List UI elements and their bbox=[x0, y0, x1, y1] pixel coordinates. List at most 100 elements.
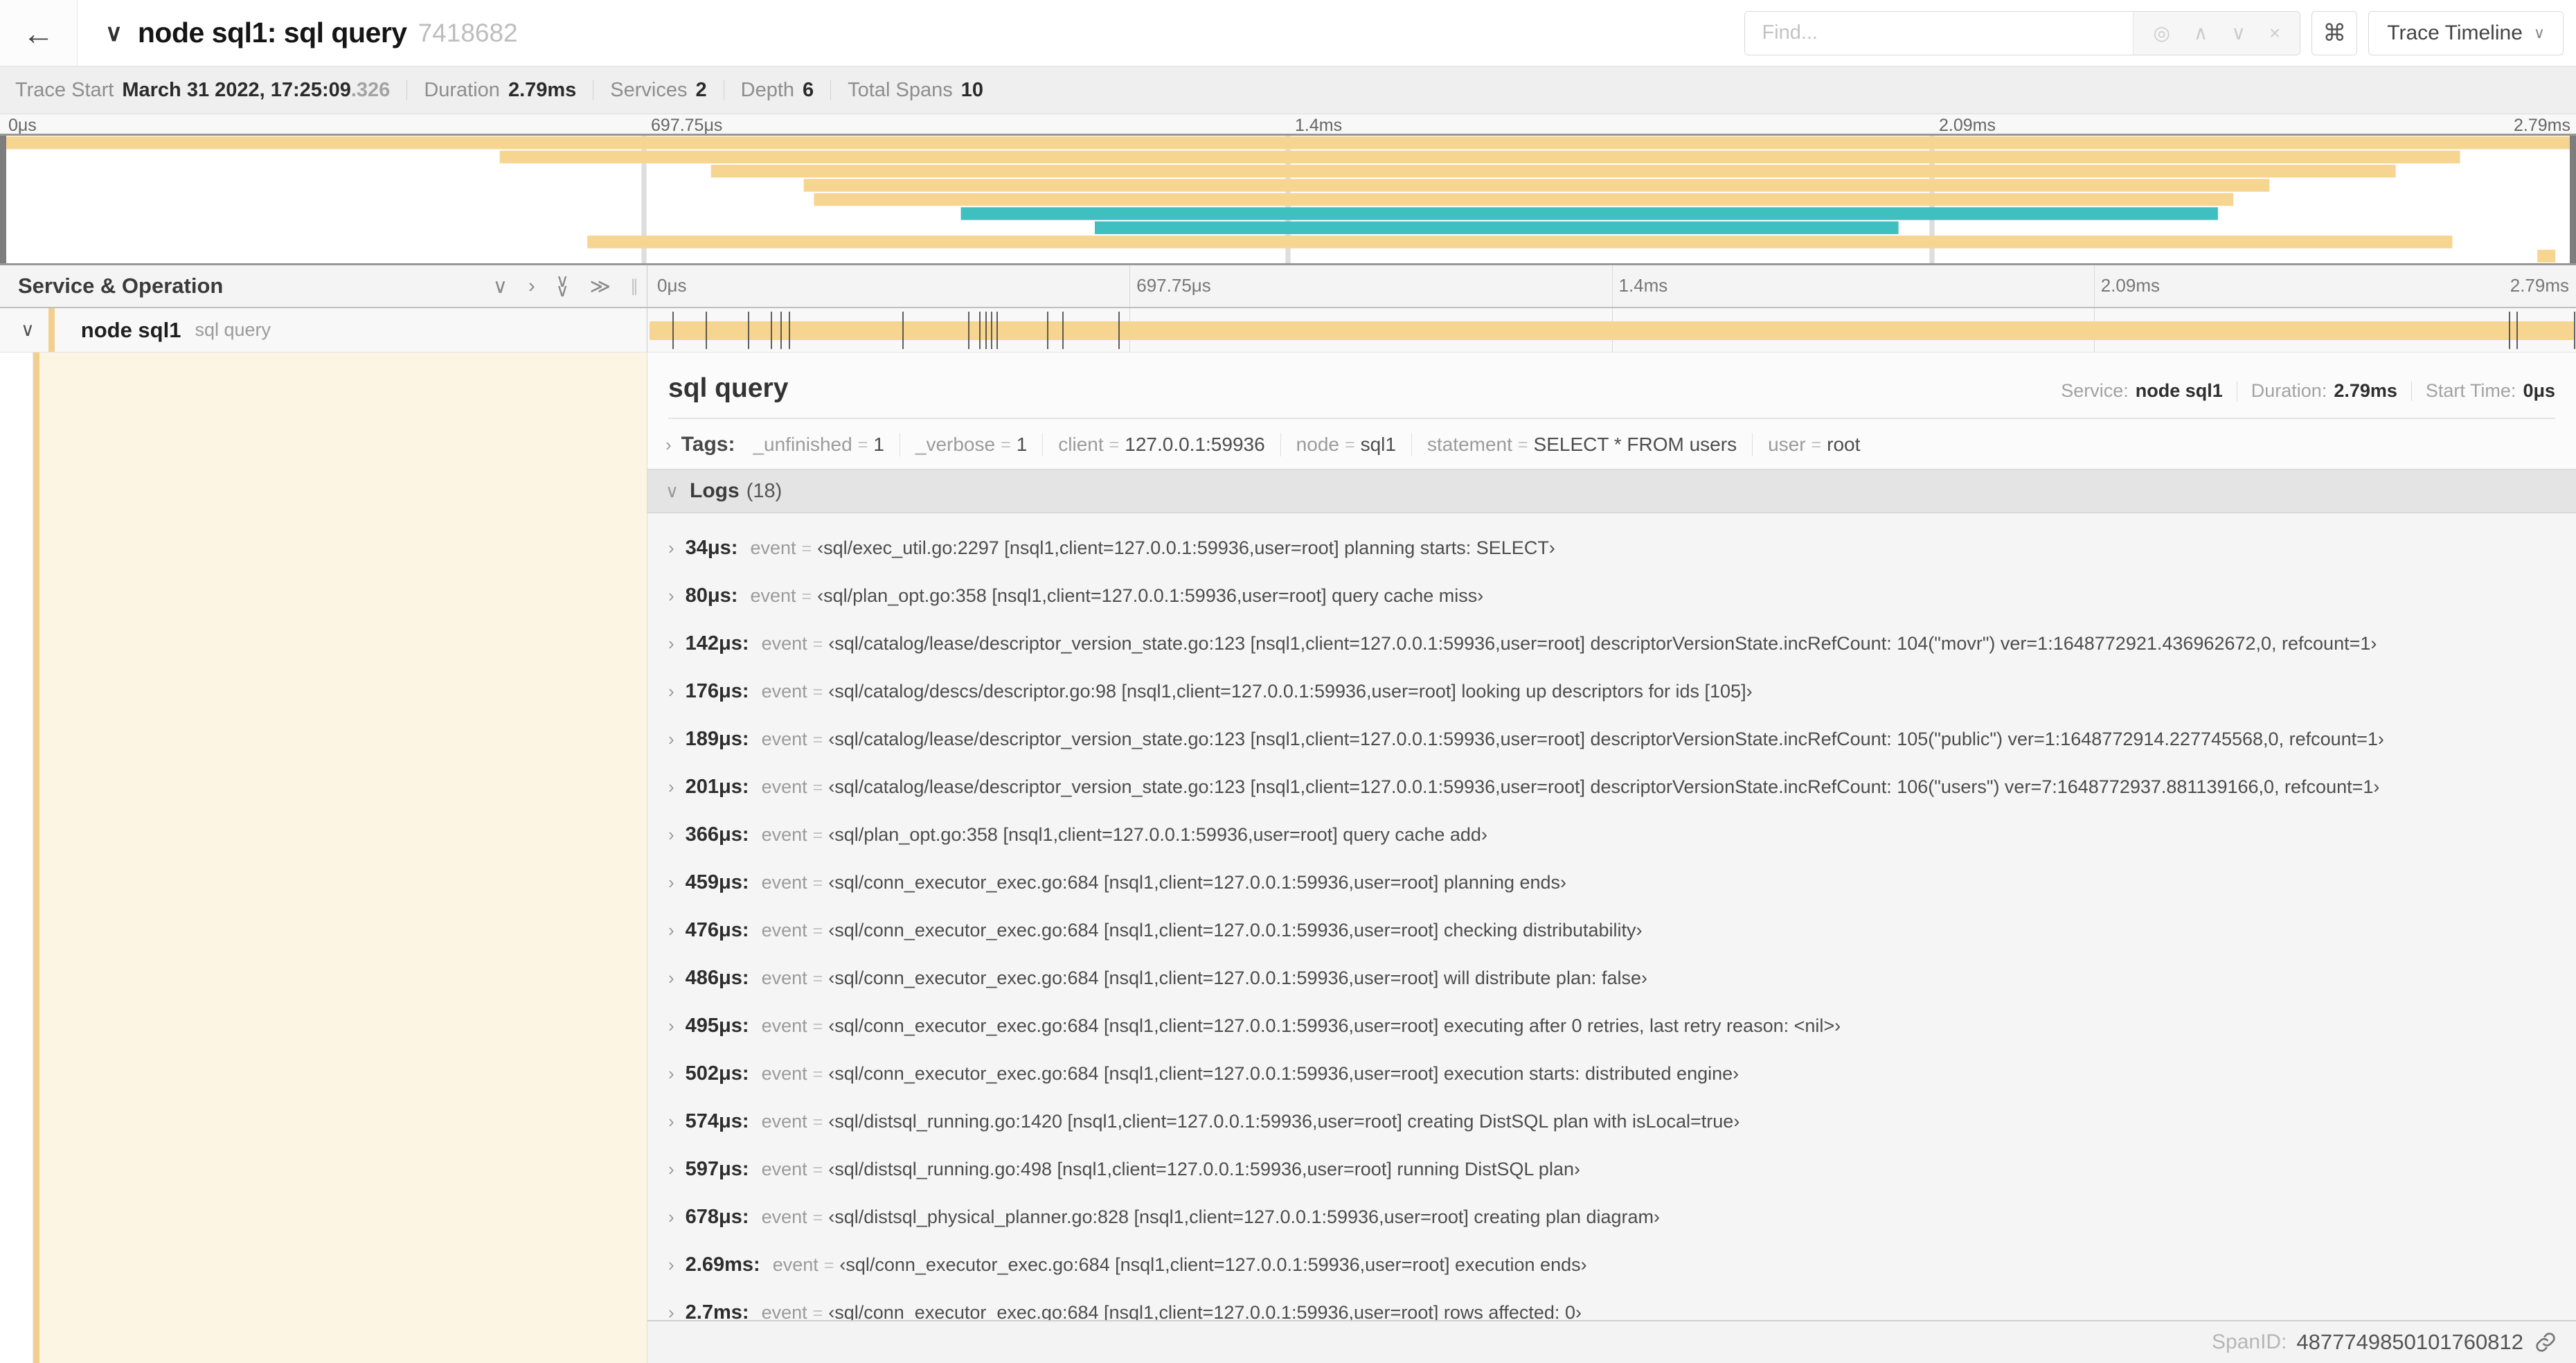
collapse-span-icon[interactable]: ∨ bbox=[21, 319, 35, 341]
span-row-timeline-cell[interactable] bbox=[647, 308, 2576, 352]
logs-section-header[interactable]: ∨ Logs (18) bbox=[647, 469, 2576, 513]
overview-tick-labels: 0μs 697.75μs 1.4ms 2.09ms 2.79ms bbox=[0, 114, 2576, 135]
log-field-value: ‹sql/distsql_running.go:1420 [nsql1,clie… bbox=[828, 1111, 1740, 1132]
selected-span-highlight bbox=[39, 353, 647, 1363]
log-field-value: ‹sql/catalog/descs/descriptor.go:98 [nsq… bbox=[828, 681, 1753, 702]
collapse-one-icon[interactable]: ∨ bbox=[493, 274, 508, 299]
collapse-trace-icon[interactable]: ∨ bbox=[105, 19, 123, 47]
log-entry[interactable]: › 201μs: event = ‹sql/catalog/lease/descript… bbox=[668, 776, 2559, 799]
log-field-value: ‹sql/catalog/lease/descriptor_version_st… bbox=[828, 776, 2380, 797]
equals-sign: = bbox=[1344, 434, 1355, 454]
log-entry[interactable]: › 678μs: event = ‹sql/distsql_physical_plann… bbox=[668, 1206, 2559, 1229]
expand-log-icon[interactable]: › bbox=[668, 1111, 674, 1132]
log-field-value: ‹sql/exec_util.go:2297 [nsql1,client=127… bbox=[817, 537, 1555, 558]
log-field-key: event bbox=[761, 633, 807, 654]
gridline bbox=[2093, 265, 2095, 307]
locate-icon[interactable]: ◎ bbox=[2153, 21, 2170, 44]
expand-log-icon[interactable]: › bbox=[668, 1015, 674, 1037]
column-resizer-grip[interactable]: ∥ bbox=[630, 276, 640, 296]
collapse-all-icon[interactable]: ∨ ∨ bbox=[556, 272, 569, 299]
expand-log-icon[interactable]: › bbox=[668, 824, 674, 846]
log-field-value: ‹sql/plan_opt.go:358 [nsql1,client=127.0… bbox=[817, 585, 1484, 606]
span-row-name-cell[interactable]: ∨ node sql1 sql query bbox=[0, 308, 647, 352]
minimap-right-scrubber[interactable] bbox=[2570, 136, 2576, 263]
span-duration-bar[interactable] bbox=[650, 321, 2574, 340]
tag-value: root bbox=[1827, 434, 1861, 455]
expand-log-icon[interactable]: › bbox=[668, 633, 674, 654]
command-icon: ⌘ bbox=[2323, 19, 2347, 46]
log-timestamp: 142μs: bbox=[685, 632, 749, 654]
log-timestamp: 476μs: bbox=[685, 919, 749, 941]
expand-log-icon[interactable]: › bbox=[668, 1302, 674, 1320]
expand-log-icon[interactable]: › bbox=[668, 920, 674, 941]
expand-log-icon[interactable]: › bbox=[668, 1206, 674, 1228]
keyboard-shortcuts-button[interactable]: ⌘ bbox=[2311, 10, 2358, 55]
log-marker-tick bbox=[705, 312, 707, 349]
log-entry[interactable]: › 80μs: event = ‹sql/plan_opt.go:358 [nsql1,… bbox=[668, 585, 2559, 607]
log-entry[interactable]: › 189μs: event = ‹sql/catalog/lease/descript… bbox=[668, 728, 2559, 751]
expand-log-icon[interactable]: › bbox=[668, 776, 674, 798]
log-timestamp: 2.69ms: bbox=[685, 1254, 760, 1276]
prev-result-icon[interactable]: ∧ bbox=[2194, 21, 2208, 44]
minimap-canvas[interactable] bbox=[0, 136, 2576, 263]
log-field-key: event bbox=[761, 968, 807, 988]
log-entry[interactable]: › 176μs: event = ‹sql/catalog/descs/descript… bbox=[668, 680, 2559, 703]
next-result-icon[interactable]: ∨ bbox=[2231, 21, 2246, 44]
span-row[interactable]: ∨ node sql1 sql query bbox=[0, 308, 2576, 353]
view-selector-button[interactable]: Trace Timeline ∨ bbox=[2368, 10, 2564, 55]
log-entry[interactable]: › 502μs: event = ‹sql/conn_executor_exec.go:… bbox=[668, 1062, 2559, 1085]
back-button[interactable]: ← bbox=[0, 0, 78, 66]
expand-one-icon[interactable]: › bbox=[528, 275, 535, 298]
log-field-key: event bbox=[772, 1254, 819, 1275]
minimap-span-bar bbox=[0, 136, 2576, 150]
tick-label: 0μs bbox=[8, 116, 37, 135]
trace-minimap[interactable] bbox=[0, 134, 2576, 265]
clear-search-icon[interactable]: × bbox=[2269, 22, 2280, 44]
gridline bbox=[1129, 265, 1131, 307]
log-field-value: ‹sql/distsql_physical_planner.go:828 [ns… bbox=[828, 1206, 1661, 1227]
service-operation-title: Service & Operation bbox=[18, 274, 224, 298]
tick-label: 2.09ms bbox=[1939, 116, 1996, 135]
log-entry[interactable]: › 459μs: event = ‹sql/conn_executor_exec.go:… bbox=[668, 871, 2559, 894]
expand-log-icon[interactable]: › bbox=[668, 729, 674, 750]
minimap-left-scrubber[interactable] bbox=[0, 136, 6, 263]
collapse-controls: ∨ › ∨ ∨ ≫ bbox=[493, 272, 630, 299]
log-entry[interactable]: › 486μs: event = ‹sql/conn_executor_exec.go:… bbox=[668, 967, 2559, 990]
log-timestamp: 189μs: bbox=[685, 728, 749, 750]
trace-title: node sql1: sql query bbox=[137, 17, 407, 48]
trace-title-wrap[interactable]: ∨ node sql1: sql query 7418682 bbox=[105, 17, 518, 49]
log-entry[interactable]: › 366μs: event = ‹sql/plan_opt.go:358 [nsql1… bbox=[668, 823, 2559, 846]
log-entry[interactable]: › 142μs: event = ‹sql/catalog/lease/descript… bbox=[668, 632, 2559, 655]
log-entry[interactable]: › 2.69ms: event = ‹sql/conn_executor_exec.go… bbox=[668, 1254, 2559, 1276]
collapse-logs-icon[interactable]: ∨ bbox=[665, 481, 679, 502]
expand-log-icon[interactable]: › bbox=[668, 1063, 674, 1085]
equals-sign: = bbox=[823, 1256, 834, 1275]
expand-log-icon[interactable]: › bbox=[668, 1254, 674, 1276]
summary-duration: Duration 2.79ms bbox=[424, 78, 577, 101]
expand-log-icon[interactable]: › bbox=[668, 872, 674, 893]
expand-log-icon[interactable]: › bbox=[668, 537, 674, 559]
tags-section[interactable]: › Tags: _unfinished = 1 _verbose = 1 client = 12… bbox=[647, 419, 2576, 469]
span-service-name: node sql1 bbox=[80, 317, 181, 342]
log-entry[interactable]: › 597μs: event = ‹sql/distsql_running.go:498… bbox=[668, 1158, 2559, 1181]
back-arrow-icon: ← bbox=[22, 15, 55, 51]
expand-log-icon[interactable]: › bbox=[668, 681, 674, 702]
expand-all-icon[interactable]: ≫ bbox=[590, 274, 611, 299]
tag-key: client bbox=[1058, 434, 1104, 455]
expand-log-icon[interactable]: › bbox=[668, 968, 674, 989]
log-field-key: event bbox=[761, 1111, 807, 1132]
expand-log-icon[interactable]: › bbox=[668, 1159, 674, 1180]
find-input[interactable] bbox=[1745, 11, 2134, 55]
log-entry[interactable]: › 495μs: event = ‹sql/conn_executor_exec.go:… bbox=[668, 1015, 2559, 1037]
log-field-value: ‹sql/plan_opt.go:358 [nsql1,client=127.0… bbox=[828, 824, 1487, 845]
log-entry[interactable]: › 476μs: event = ‹sql/conn_executor_exec.go:… bbox=[668, 919, 2559, 942]
log-timestamp: 597μs: bbox=[685, 1158, 749, 1180]
log-marker-tick bbox=[979, 312, 981, 349]
expand-tags-icon[interactable]: › bbox=[665, 434, 672, 456]
log-entry[interactable]: › 34μs: event = ‹sql/exec_util.go:2297 [nsql… bbox=[668, 537, 2559, 560]
log-entry[interactable]: › 574μs: event = ‹sql/distsql_running.go:142… bbox=[668, 1110, 2559, 1133]
expand-log-icon[interactable]: › bbox=[668, 585, 674, 607]
equals-sign: = bbox=[812, 1208, 823, 1227]
log-entry[interactable]: › 2.7ms: event = ‹sql/conn_executor_exec.go:… bbox=[668, 1301, 2559, 1320]
deep-link-icon[interactable] bbox=[2534, 1331, 2557, 1353]
